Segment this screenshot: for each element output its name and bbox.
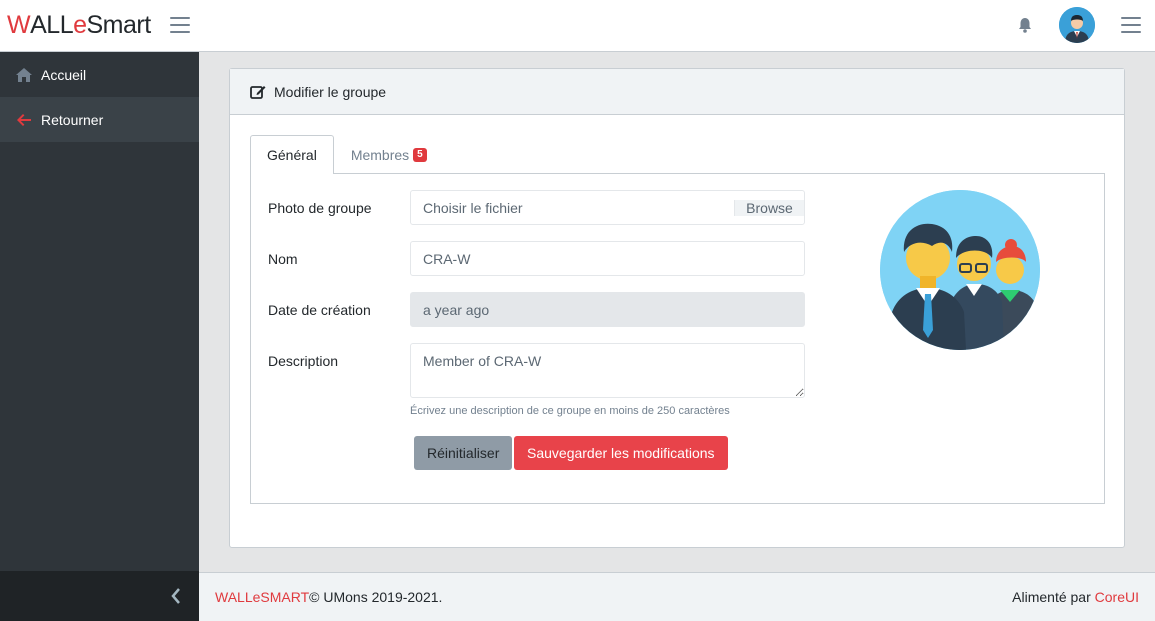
reset-button[interactable]: Réinitialiser bbox=[414, 436, 513, 470]
description-label: Description bbox=[268, 353, 339, 369]
creation-date-label: Date de création bbox=[268, 302, 371, 318]
edit-icon bbox=[250, 84, 266, 100]
photo-label: Photo de groupe bbox=[268, 200, 372, 216]
bell-icon[interactable] bbox=[1016, 16, 1034, 34]
tab-list: Général Membres 5 bbox=[250, 135, 444, 174]
sidebar-minimizer[interactable] bbox=[0, 571, 199, 621]
description-textarea[interactable]: Member of CRA-W bbox=[410, 343, 805, 398]
brand-logo-e: e bbox=[73, 10, 87, 39]
brand-logo-all: ALL bbox=[30, 10, 74, 39]
footer-brand-link[interactable]: WALLeSMART bbox=[215, 589, 309, 605]
members-count-badge: 5 bbox=[413, 148, 427, 162]
aside-menu-toggle-icon[interactable] bbox=[1121, 17, 1141, 33]
brand-logo-w: W bbox=[7, 10, 31, 39]
edit-group-card: Modifier le groupe Général Membres 5 Pho… bbox=[229, 68, 1125, 548]
sidebar-item-label: Accueil bbox=[41, 66, 87, 83]
group-photo bbox=[880, 190, 1040, 350]
footer-copyright: © UMons 2019-2021. bbox=[309, 589, 443, 605]
card-title: Modifier le groupe bbox=[274, 83, 387, 100]
sidebar-item-accueil[interactable]: Accueil bbox=[0, 52, 199, 97]
group-people-icon bbox=[880, 190, 1040, 350]
name-label: Nom bbox=[268, 251, 298, 267]
photo-file-input[interactable]: Choisir le fichier Browse bbox=[410, 190, 805, 225]
save-button[interactable]: Sauvegarder les modifications bbox=[514, 436, 728, 470]
creation-date-value: a year ago bbox=[423, 301, 490, 318]
sidebar-item-label: Retourner bbox=[41, 111, 104, 128]
browse-button[interactable]: Browse bbox=[734, 199, 804, 216]
sidebar-toggle-icon[interactable] bbox=[170, 17, 190, 33]
chevron-left-icon bbox=[171, 588, 180, 604]
brand-logo[interactable]: W ALL e Smart bbox=[7, 8, 151, 42]
name-input-value: CRA-W bbox=[423, 250, 471, 267]
brand-logo-smart: Smart bbox=[86, 10, 152, 39]
footer: WALLeSMART© UMons 2019-2021. Alimenté pa… bbox=[199, 572, 1155, 621]
card-header: Modifier le groupe bbox=[230, 69, 1124, 115]
general-tab-pane: Photo de groupe Choisir le fichier Brows… bbox=[250, 173, 1105, 504]
description-help-text: Écrivez une description de ce groupe en … bbox=[410, 405, 730, 417]
tab-label: Général bbox=[267, 147, 317, 163]
footer-right: Alimenté par CoreUI bbox=[1012, 589, 1139, 605]
footer-left: WALLeSMART© UMons 2019-2021. bbox=[215, 589, 442, 605]
sidebar-item-retourner[interactable]: Retourner bbox=[0, 97, 199, 142]
home-icon bbox=[16, 67, 32, 83]
creation-date-input: a year ago bbox=[410, 292, 805, 327]
sidebar: Accueil Retourner bbox=[0, 52, 199, 621]
name-input[interactable]: CRA-W bbox=[410, 241, 805, 276]
tab-membres[interactable]: Membres 5 bbox=[334, 135, 444, 174]
file-input-placeholder: Choisir le fichier bbox=[423, 199, 523, 216]
tab-label: Membres bbox=[350, 147, 410, 163]
user-avatar[interactable] bbox=[1059, 7, 1095, 43]
tab-general[interactable]: Général bbox=[250, 135, 334, 174]
arrow-left-icon bbox=[16, 112, 32, 128]
footer-coreui-link[interactable]: CoreUI bbox=[1095, 589, 1139, 605]
top-header: W ALL e Smart bbox=[0, 0, 1155, 52]
footer-powered-by: Alimenté par bbox=[1012, 589, 1091, 605]
